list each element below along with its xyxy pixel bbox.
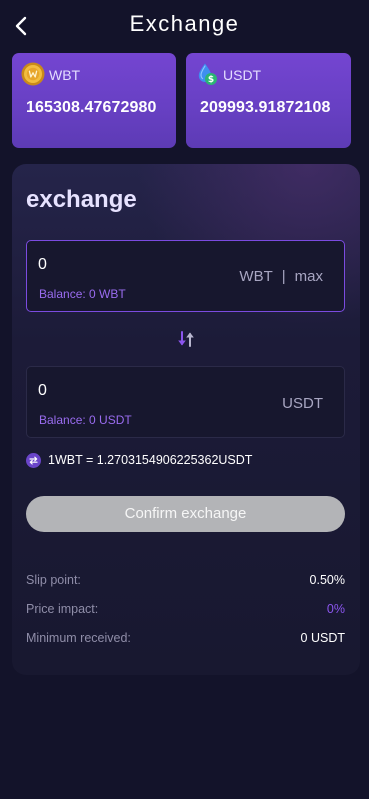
to-amount-input[interactable] <box>38 380 208 402</box>
swap-direction-button[interactable] <box>175 329 197 349</box>
usdt-balance: 209993.91872108 <box>200 99 331 116</box>
minimum-received-row: Minimum received: 0 USDT <box>26 631 345 649</box>
price-impact-label: Price impact: <box>26 602 99 616</box>
price-impact-value: 0% <box>326 602 345 616</box>
usdt-balance-card: $ USDT 209993.91872108 <box>186 53 351 148</box>
from-token-symbol: WBT <box>239 268 273 285</box>
exchange-screen: Exchange WBT 165308.47672980 $ USDT 2099… <box>0 0 369 799</box>
minimum-received-value: 0 USDT <box>300 631 345 645</box>
wbt-symbol: WBT <box>49 67 81 83</box>
slip-point-row: Slip point: 0.50% <box>26 573 345 591</box>
slip-point-value: 0.50% <box>309 573 345 587</box>
wbt-balance: 165308.47672980 <box>26 99 157 116</box>
exchange-rate-text: 1WBT = 1.2703154906225362USDT <box>48 453 253 467</box>
max-button[interactable]: max <box>295 268 323 285</box>
from-amount-box[interactable]: Balance: 0 WBT WBT | max <box>26 240 345 312</box>
to-amount-box[interactable]: Balance: 0 USDT USDT <box>26 366 345 438</box>
exchange-rate-icon <box>26 453 41 468</box>
to-balance-label: Balance: 0 USDT <box>39 413 132 427</box>
confirm-exchange-button[interactable]: Confirm exchange <box>26 496 345 532</box>
from-amount-input[interactable] <box>38 254 208 276</box>
price-impact-row: Price impact: 0% <box>26 602 345 620</box>
from-balance-label: Balance: 0 WBT <box>39 287 126 301</box>
minimum-received-label: Minimum received: <box>26 631 131 645</box>
swap-arrows-icon <box>178 331 194 347</box>
slip-point-label: Slip point: <box>26 573 81 587</box>
page-title: Exchange <box>129 11 240 36</box>
svg-text:$: $ <box>208 75 214 85</box>
usdt-symbol: USDT <box>223 67 262 83</box>
suffix-separator: | <box>281 268 286 285</box>
usdt-drop-icon: $ <box>195 62 219 86</box>
wbt-balance-card: WBT 165308.47672980 <box>12 53 176 148</box>
wbt-coin-icon <box>21 62 45 86</box>
section-title: exchange <box>26 186 137 213</box>
from-token-suffix: WBT | max <box>239 268 323 285</box>
header: Exchange <box>0 0 369 52</box>
to-token-symbol: USDT <box>282 395 323 412</box>
exchange-panel: exchange Balance: 0 WBT WBT | max Balance:… <box>12 164 360 675</box>
